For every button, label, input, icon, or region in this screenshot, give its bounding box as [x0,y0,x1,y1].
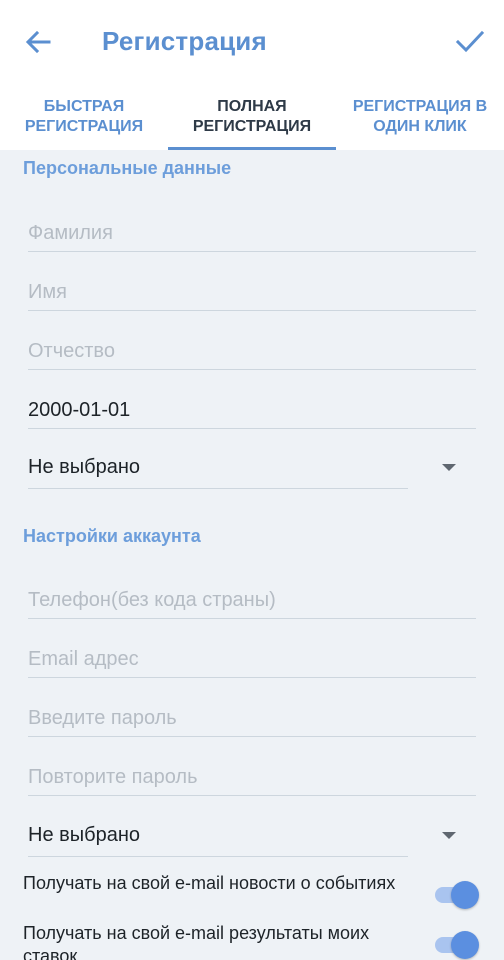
select-value: Не выбрано [28,824,140,846]
switch-thumb [451,931,479,959]
tab-label: РЕГИСТРАЦИЯ В ОДИН КЛИК [352,98,488,135]
personal-select[interactable]: Не выбрано [28,437,476,489]
dropdown-arrow-icon [442,832,456,839]
account-settings-heading: Настройки аккаунта [23,526,201,546]
back-button[interactable] [14,24,62,60]
tab-one-click-registration[interactable]: РЕГИСТРАЦИЯ В ОДИН КЛИК [336,84,504,150]
patronymic-field [28,318,476,370]
arrow-left-icon [25,30,51,54]
birthdate-field [28,377,476,429]
dropdown-arrow-icon [442,464,456,471]
account-select[interactable]: Не выбрано [28,805,476,857]
registration-tabs: БЫСТРАЯ РЕГИСТРАЦИЯ ПОЛНАЯ РЕГИСТРАЦИЯ Р… [0,84,504,150]
select-underline [28,488,408,489]
surname-field [28,200,476,252]
select-underline [28,856,408,857]
toggle-label: Получать на свой e-mail новости о событи… [23,873,396,893]
bet-results-switch[interactable] [431,930,479,959]
phone-field [28,567,476,619]
email-input[interactable] [28,648,476,671]
email-field [28,626,476,678]
patronymic-input[interactable] [28,340,476,363]
select-value: Не выбрано [28,456,140,478]
switch-thumb [451,881,479,909]
password-repeat-field [28,744,476,796]
news-email-switch[interactable] [431,880,479,909]
surname-input[interactable] [28,222,476,245]
active-tab-indicator [168,147,336,150]
tab-full-registration[interactable]: ПОЛНАЯ РЕГИСТРАЦИЯ [168,84,336,150]
phone-input[interactable] [28,589,476,612]
top-bar: Регистрация БЫСТРАЯ РЕГИСТРАЦИЯ ПОЛНАЯ Р… [0,0,504,150]
name-field [28,259,476,311]
confirm-button[interactable] [446,22,494,62]
tab-quick-registration[interactable]: БЫСТРАЯ РЕГИСТРАЦИЯ [0,84,168,150]
password-input[interactable] [28,707,476,730]
toggle-label: Получать на свой e-mail результаты моих … [23,923,370,960]
name-input[interactable] [28,281,476,304]
tab-label: ПОЛНАЯ РЕГИСТРАЦИЯ [192,98,312,135]
app-bar: Регистрация [0,0,504,84]
personal-data-heading: Персональные данные [23,158,232,178]
password-field [28,685,476,737]
password-repeat-input[interactable] [28,766,476,789]
birthdate-input[interactable] [28,399,476,422]
check-icon [455,30,485,53]
page-title: Регистрация [102,26,267,56]
tab-label: БЫСТРАЯ РЕГИСТРАЦИЯ [24,98,144,135]
